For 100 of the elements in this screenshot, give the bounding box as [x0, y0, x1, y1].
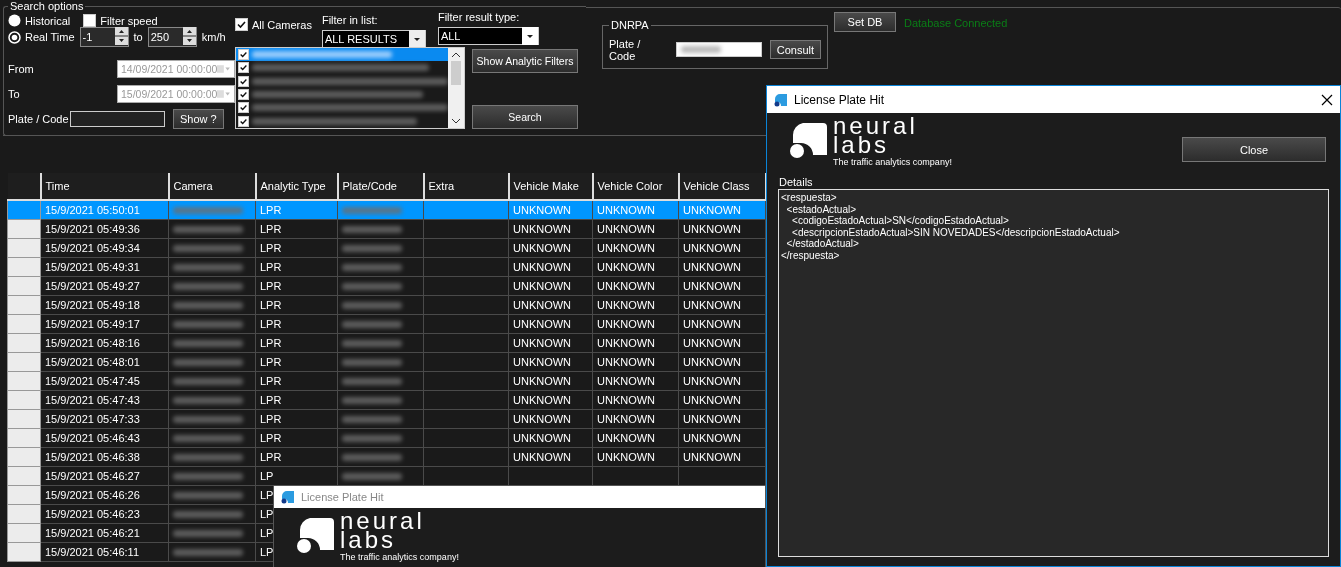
dropdown-caret-icon[interactable] [521, 27, 538, 45]
column-header[interactable]: Analytic Type [255, 173, 338, 200]
table-row[interactable]: 15/9/2021 05:49:27 LPR UNKNOWN UNKNOWN UNKNOWN [7, 276, 776, 296]
action-button[interactable]: Search [472, 105, 578, 129]
table-row[interactable]: 15/9/2021 05:46:43 LPR UNKNOWN UNKNOWN UNKNOWN [7, 428, 776, 448]
dropdown[interactable]: ALL RESULTS [321, 30, 426, 48]
table-row[interactable]: 15/9/2021 05:49:18 LPR UNKNOWN UNKNOWN UNKNOWN [7, 295, 776, 315]
redacted-text [342, 264, 402, 271]
status-text: Database Connected [904, 17, 1008, 29]
redacted-text [342, 283, 402, 290]
redacted-text [342, 454, 402, 461]
redacted-text [342, 416, 402, 423]
radio-option[interactable]: Real Time [8, 30, 75, 44]
table-row[interactable]: 15/9/2021 05:49:36 LPR UNKNOWN UNKNOWN UNKNOWN [7, 219, 776, 239]
app-icon [281, 490, 295, 504]
redacted-text [342, 397, 402, 404]
redacted-text [173, 416, 243, 423]
plate-input[interactable] [70, 111, 165, 127]
redacted-text [173, 226, 243, 233]
dropdown-caret-icon[interactable] [408, 30, 425, 48]
field-label: Details [779, 176, 814, 188]
redacted-text [342, 321, 402, 328]
spin-arrows-icon[interactable] [182, 27, 196, 48]
checkbox-option[interactable]: All Cameras [235, 18, 312, 31]
column-header[interactable]: Time [40, 173, 169, 200]
table-row[interactable]: 15/9/2021 05:47:45 LPR UNKNOWN UNKNOWN UNKNOWN [7, 371, 776, 391]
redacted-text [173, 207, 243, 214]
table-row[interactable]: 15/9/2021 05:49:34 LPR UNKNOWN UNKNOWN UNKNOWN [7, 238, 776, 258]
consult-button[interactable]: Consult [769, 40, 821, 59]
redacted-text [342, 359, 402, 366]
redacted-text [342, 245, 402, 252]
redacted-text [173, 473, 243, 480]
redacted-text [173, 264, 243, 271]
plate-input[interactable] [675, 42, 762, 57]
table-row[interactable]: 15/9/2021 05:47:33 LPR UNKNOWN UNKNOWN UNKNOWN [7, 409, 776, 429]
group-title: DNRPA [610, 19, 650, 31]
show-button[interactable]: Show ? [173, 109, 224, 129]
set-db-button[interactable]: Set DB [834, 12, 896, 32]
field-label: Filter result type: [437, 11, 521, 23]
redacted-text [342, 226, 402, 233]
camera-list-item[interactable] [236, 114, 448, 128]
range-label: to [133, 31, 143, 44]
logo-tagline: The traffic analytics company! [833, 157, 952, 167]
action-button[interactable]: Show Analytic Filters [472, 49, 578, 73]
column-header[interactable]: Camera [168, 173, 256, 200]
table-row[interactable]: 15/9/2021 05:48:16 LPR UNKNOWN UNKNOWN UNKNOWN [7, 333, 776, 353]
close-icon[interactable] [1321, 93, 1333, 106]
redacted-text [173, 492, 243, 499]
redacted-text [173, 435, 243, 442]
checkbox[interactable] [238, 115, 249, 127]
table-row[interactable]: 15/9/2021 05:49:17 LPR UNKNOWN UNKNOWN UNKNOWN [7, 314, 776, 334]
checkbox[interactable] [83, 14, 97, 28]
spin-arrows-icon[interactable] [114, 27, 128, 48]
radio-option[interactable]: Historical [8, 14, 71, 28]
field-label: Plate / Code [8, 113, 68, 125]
camera-list-item[interactable] [236, 48, 448, 62]
checkbox[interactable] [235, 18, 248, 31]
redacted-text [173, 302, 243, 309]
logo-text: neural [833, 116, 919, 135]
redacted-text [173, 397, 243, 404]
redacted-text [173, 340, 243, 347]
checkbox-option[interactable]: Filter speed [83, 14, 158, 28]
spin-field[interactable]: -1 [79, 27, 129, 48]
table-row[interactable]: 15/9/2021 05:48:01 LPR UNKNOWN UNKNOWN UNKNOWN [7, 352, 776, 372]
spin-field[interactable]: 250 [147, 27, 197, 48]
field-label: From [8, 62, 35, 75]
redacted-text [173, 283, 243, 290]
radio-button[interactable] [8, 14, 21, 28]
window-title: License Plate Hit [794, 92, 885, 107]
camera-list-item[interactable] [236, 101, 448, 115]
logo-text: labs [833, 135, 890, 154]
column-header[interactable]: Plate/Code [337, 173, 424, 200]
checkbox[interactable] [238, 102, 249, 114]
checkbox[interactable] [238, 62, 249, 74]
group-title: Search options [9, 0, 85, 12]
redacted-text [173, 321, 243, 328]
unit-label: km/h [201, 31, 226, 44]
redacted-text [342, 473, 402, 480]
column-header[interactable]: Vehicle Class [678, 173, 766, 200]
camera-list-item[interactable] [236, 61, 448, 75]
redacted-text [173, 549, 243, 556]
close-button[interactable]: Close [1182, 137, 1326, 162]
redacted-text [173, 511, 243, 518]
logo-text: neural [340, 511, 426, 530]
table-row[interactable]: 15/9/2021 05:47:43 LPR UNKNOWN UNKNOWN UNKNOWN [7, 390, 776, 410]
checkbox[interactable] [238, 75, 249, 87]
redacted-text [173, 359, 243, 366]
field-label: Filter in list: [321, 14, 379, 26]
table-row[interactable]: 15/9/2021 05:49:31 LPR UNKNOWN UNKNOWN UNKNOWN [7, 257, 776, 277]
table-row[interactable]: 15/9/2021 05:46:27 LP [7, 466, 776, 486]
checkbox[interactable] [238, 89, 249, 101]
row-header-corner [7, 173, 41, 200]
radio-button[interactable] [8, 30, 21, 44]
column-header[interactable]: Vehicle Color [592, 173, 679, 200]
table-row[interactable]: 15/9/2021 05:46:38 LPR UNKNOWN UNKNOWN UNKNOWN [7, 447, 776, 467]
column-header[interactable]: Vehicle Make [508, 173, 593, 200]
details-text-area[interactable]: <respuesta> <estadoActual> <codigoEstadoActual>SN</codigoEstadoActual> <descripcionEstadoActual>SIN NOVEDADES</descripcionEstadoActual> </estadoActual> </respuesta> [778, 189, 1329, 557]
dropdown[interactable]: ALL [437, 27, 539, 45]
checkbox[interactable] [238, 49, 249, 61]
column-header[interactable]: Extra [423, 173, 509, 200]
